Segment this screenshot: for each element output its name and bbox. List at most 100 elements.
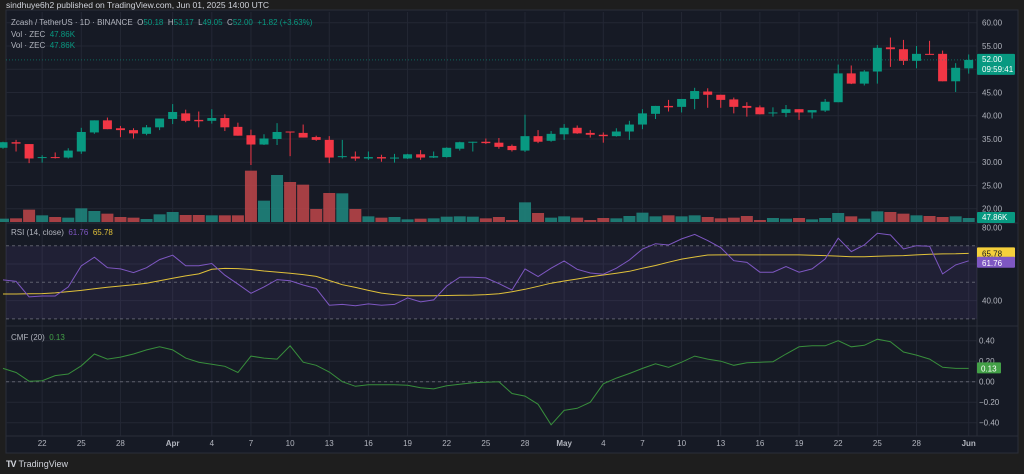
volume-legend[interactable]: Vol · ZEC 47.86K xyxy=(11,41,75,51)
candle-body xyxy=(181,113,191,121)
volume-bar xyxy=(871,211,884,222)
volume-bar xyxy=(114,217,127,222)
rsi-legend[interactable]: RSI (14, close) 61.76 65.78 xyxy=(11,228,113,238)
volume-bar xyxy=(349,209,362,222)
candle-body xyxy=(115,128,125,131)
time-axis-label: 10 xyxy=(677,439,686,448)
volume-bar xyxy=(558,216,571,222)
candle-body xyxy=(63,150,73,158)
brand-name: TradingView xyxy=(18,459,69,469)
change-value: +1.82 (+3.63%) xyxy=(257,18,313,27)
candle-body xyxy=(455,142,465,149)
candle-body xyxy=(964,59,974,69)
volume-bar xyxy=(662,215,675,222)
candle-body xyxy=(885,47,895,50)
volume-bar xyxy=(388,217,401,222)
volume-bar xyxy=(545,217,558,222)
candle-body xyxy=(859,71,869,84)
candle-body xyxy=(207,118,217,121)
candle-body xyxy=(442,147,452,158)
candle-body xyxy=(598,134,608,137)
volume-bar xyxy=(140,219,153,222)
time-axis-label: 28 xyxy=(912,439,921,448)
volume-bar xyxy=(793,218,806,222)
candle-body xyxy=(781,109,791,113)
candle-body xyxy=(481,141,491,144)
close-value: 52.00 xyxy=(232,18,253,27)
volume-bar xyxy=(597,218,610,222)
candle-body xyxy=(898,49,908,61)
candle-body xyxy=(533,136,543,142)
volume-legend[interactable]: Vol · ZEC 47.86K xyxy=(11,30,75,40)
symbol-legend[interactable]: Zcash / TetherUS · 1D · BINANCE O50.18 H… xyxy=(11,18,312,28)
candle-body xyxy=(429,156,439,158)
rsi-axis-label: 80.00 xyxy=(982,223,1003,232)
volume-bar xyxy=(845,216,858,222)
volume-bar xyxy=(218,215,231,222)
cmf-value: 0.13 xyxy=(49,333,65,342)
candle-body xyxy=(651,105,660,114)
volume-legend-value: 47.86K xyxy=(49,30,76,39)
volume-bar xyxy=(584,220,597,222)
volume-legend-label: Vol · ZEC xyxy=(11,30,46,39)
volume-bar xyxy=(153,214,166,222)
cmf-axis-label: 0.40 xyxy=(979,337,995,346)
low-value: 49.05 xyxy=(202,18,223,27)
candle-body xyxy=(742,105,752,108)
candle-body xyxy=(925,53,935,55)
candle-body xyxy=(11,142,21,144)
candle-body xyxy=(664,105,674,108)
cmf-axis-label: 0.00 xyxy=(979,378,995,387)
candle-body xyxy=(559,127,569,135)
footer-brand[interactable]: TV TradingView xyxy=(6,457,68,471)
price-axis-label: 45.00 xyxy=(982,88,1003,97)
candle-body xyxy=(807,110,817,113)
volume-bar xyxy=(949,216,962,222)
volume-bar xyxy=(375,217,388,222)
candle-body xyxy=(194,119,204,122)
candle-body xyxy=(416,154,426,158)
time-axis-label: 19 xyxy=(403,439,412,448)
candle-body xyxy=(272,131,282,139)
last-price-value: 52.00 xyxy=(982,55,1003,64)
candle-body xyxy=(951,67,961,82)
candle-body xyxy=(337,156,347,158)
time-axis-label: 7 xyxy=(249,439,254,448)
candle-body xyxy=(833,73,843,103)
volume-bar xyxy=(819,218,832,222)
cmf-legend[interactable]: CMF (20) 0.13 xyxy=(11,333,65,343)
volume-bar xyxy=(362,216,375,222)
volume-bar xyxy=(714,218,727,222)
candle-body xyxy=(624,124,634,132)
chart-canvas[interactable]: 60.0055.0050.0045.0040.0035.0030.0025.00… xyxy=(0,0,1024,474)
candle-body xyxy=(768,112,778,114)
candle-body xyxy=(755,107,765,115)
symbol-title: Zcash / TetherUS · 1D · BINANCE xyxy=(11,18,133,27)
candle-body xyxy=(376,157,386,159)
volume-bar xyxy=(323,193,336,222)
candle-body xyxy=(324,139,334,158)
volume-bar xyxy=(649,216,662,222)
volume-bar xyxy=(884,212,897,222)
price-axis-label: 30.00 xyxy=(982,158,1003,167)
volume-legend-value: 47.86K xyxy=(49,41,76,50)
candle-body xyxy=(259,138,269,145)
candle-body xyxy=(546,133,556,141)
volume-bar xyxy=(466,216,479,222)
time-axis-label: 28 xyxy=(521,439,530,448)
time-axis-label: 22 xyxy=(38,439,47,448)
volume-bar xyxy=(936,217,949,222)
volume-bar xyxy=(192,215,205,222)
volume-bar xyxy=(414,218,427,222)
time-axis-label: 13 xyxy=(716,439,725,448)
price-axis-label: 35.00 xyxy=(982,135,1003,144)
volume-bar xyxy=(244,170,257,222)
volume-bar xyxy=(623,216,636,222)
volume-bar xyxy=(532,213,545,222)
volume-bar xyxy=(23,209,36,222)
candle-body xyxy=(729,99,739,107)
volume-bar xyxy=(271,175,284,222)
rsi-legend-label: RSI (14, close) xyxy=(11,228,64,237)
candle-body xyxy=(24,144,34,159)
volume-bar xyxy=(675,216,688,222)
